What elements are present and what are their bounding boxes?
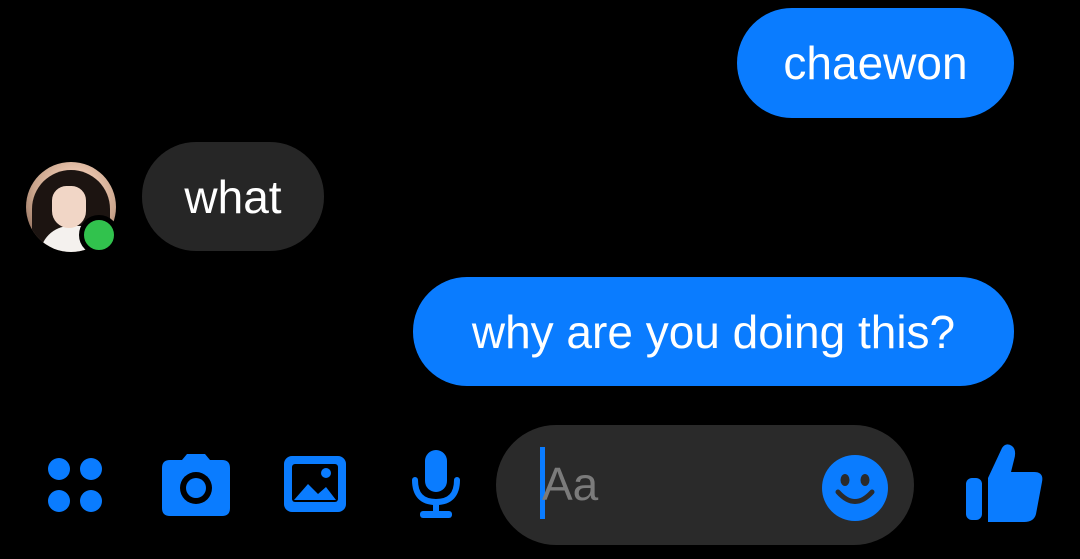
message-bubble-received[interactable]: what xyxy=(142,142,324,251)
message-text: what xyxy=(184,170,282,223)
message-text: chaewon xyxy=(783,37,968,89)
message-input-placeholder: Aa xyxy=(542,458,599,510)
message-input[interactable]: Aa xyxy=(496,425,914,545)
gallery-icon[interactable] xyxy=(282,454,348,514)
thumbs-up-icon[interactable] xyxy=(964,442,1046,524)
microphone-icon[interactable] xyxy=(408,448,464,520)
chat-screen: chaewon what why are you doing this? Aa xyxy=(0,0,1080,559)
camera-icon[interactable] xyxy=(160,454,232,516)
message-text: why are you doing this? xyxy=(471,305,956,358)
apps-icon[interactable] xyxy=(46,456,104,514)
online-status-indicator xyxy=(79,215,119,255)
emoji-icon[interactable] xyxy=(822,455,888,521)
message-bubble-sent[interactable]: why are you doing this? xyxy=(413,277,1014,386)
message-bubble-sent[interactable]: chaewon xyxy=(737,8,1014,118)
